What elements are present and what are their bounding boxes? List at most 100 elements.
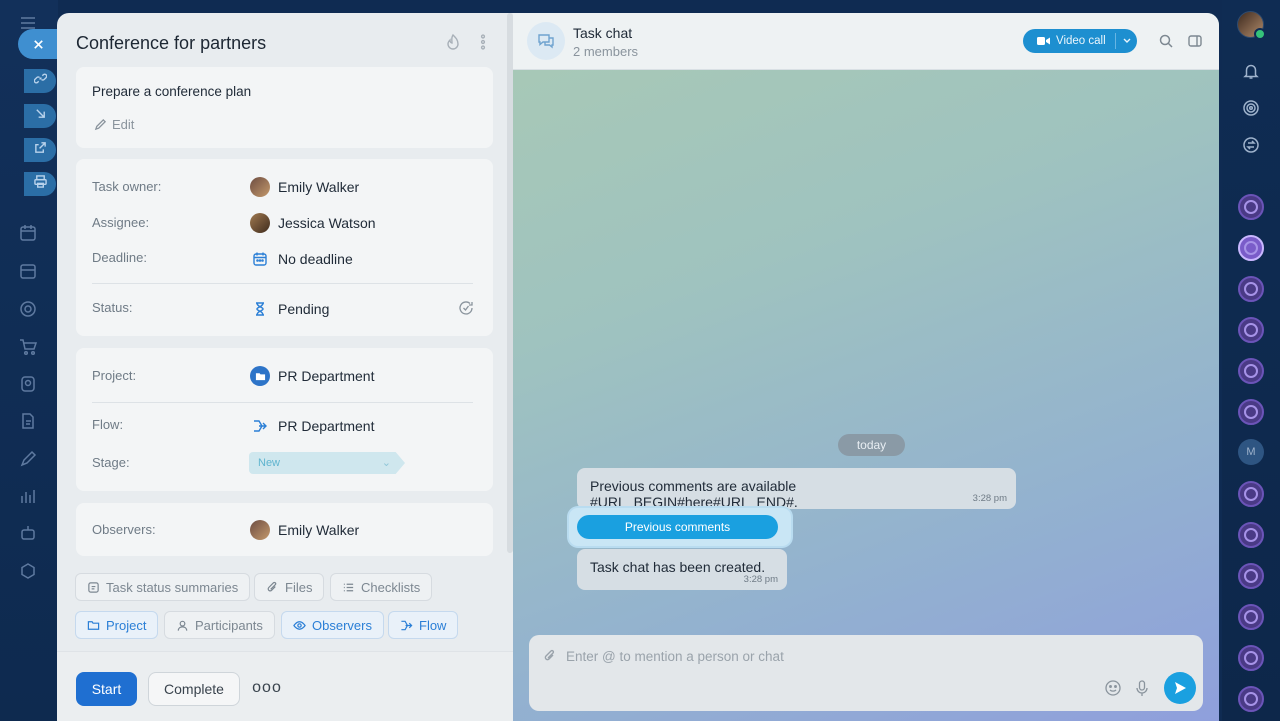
recent-chat-avatar[interactable] [1238,317,1264,343]
chip-label: Files [285,579,313,595]
chevron-down-icon[interactable] [1122,34,1132,48]
previous-comments-button[interactable]: Previous comments [577,515,778,539]
recent-chat-avatar[interactable] [1238,358,1264,384]
stage-selector[interactable]: New ⌄ [249,452,405,474]
user-avatar[interactable] [1237,11,1266,40]
robot-icon[interactable] [18,523,38,543]
task-chat-panel: Task chat 2 members Video call today Pre… [513,13,1219,721]
bell-icon[interactable] [1238,58,1264,84]
message-bubble: Previous comments are available #URL_BEG… [577,468,1016,510]
avatar [250,177,270,197]
external-link-icon [34,141,47,159]
assignee-name: Jessica Watson [278,215,376,231]
project-label: Project: [92,368,137,383]
copy-link-button[interactable] [24,69,56,93]
copilot-icon[interactable] [1238,95,1264,121]
chip-flow[interactable]: Flow [388,611,459,639]
target-icon[interactable] [18,299,38,319]
recent-chat-avatar[interactable] [1238,686,1264,712]
project-value[interactable]: PR Department [250,366,374,386]
print-button[interactable] [24,172,56,196]
pen-icon[interactable] [18,449,38,469]
recent-chat-avatar[interactable] [1238,563,1264,589]
recent-chat-avatar[interactable] [1238,604,1264,630]
send-button[interactable] [1164,672,1196,704]
chip-participants[interactable]: Participants [164,611,275,639]
calendar-grid-icon[interactable] [18,223,38,243]
recent-chat-avatar[interactable] [1238,235,1264,261]
flow-icon [250,416,270,436]
assignee-value[interactable]: Jessica Watson [250,213,376,233]
task-title: Conference for partners [76,33,267,53]
video-call-button[interactable]: Video call [1023,29,1137,53]
printer-icon [33,175,47,193]
checklist-icon [342,581,355,594]
recent-chat-avatar[interactable] [1238,194,1264,220]
chip-observers[interactable]: Observers [281,611,384,639]
more-vertical-icon[interactable] [474,33,492,51]
complete-button[interactable]: Complete [148,672,240,706]
divider [92,283,473,284]
store-icon[interactable] [18,261,38,281]
search-icon[interactable] [1158,33,1174,49]
recent-chat-avatar[interactable] [1238,481,1264,507]
minimize-button[interactable] [24,104,56,128]
chip-project[interactable]: Project [75,611,159,639]
status-text: Pending [278,301,330,317]
owner-label: Task owner: [92,179,162,194]
right-rail: M [1222,0,1280,721]
link-icon [33,72,47,90]
paperclip-icon[interactable] [543,649,557,663]
bar-chart-icon[interactable] [18,486,38,506]
chip-task-status-summaries[interactable]: Task status summaries [75,573,251,601]
deadline-label: Deadline: [92,250,147,265]
recent-chat-avatar[interactable] [1238,399,1264,425]
recent-chat-avatar[interactable] [1238,522,1264,548]
flame-icon[interactable] [444,33,462,51]
recent-chat-avatar[interactable] [1238,276,1264,302]
chat-bubbles-icon [537,32,555,50]
divider [1115,33,1116,49]
flow-value[interactable]: PR Department [250,416,374,436]
cart-icon[interactable] [18,337,38,357]
chat-avatar [527,22,565,60]
message-time: 3:28 pm [972,493,1007,504]
stage-value: New [258,457,281,469]
microphone-icon[interactable] [1133,679,1151,697]
document-icon[interactable] [18,411,38,431]
recent-chat-avatar[interactable]: M [1238,439,1264,465]
open-new-window-button[interactable] [24,138,56,162]
status-label: Status: [92,300,133,315]
more-actions-button[interactable]: ooo [252,676,281,700]
emoji-icon[interactable] [1104,679,1122,697]
chip-label: Project [106,617,147,633]
person-icon [176,619,189,632]
cube-icon[interactable] [18,561,38,581]
sidebar-toggle-icon[interactable] [1187,33,1203,49]
project-card: Project: PR Department Flow: PR Departme… [76,348,493,491]
owner-value[interactable]: Emily Walker [250,177,359,197]
start-button[interactable]: Start [76,672,137,706]
folder-icon [250,366,270,386]
assignee-label: Assignee: [92,215,150,230]
divider [92,402,473,403]
chip-label: Task status summaries [106,579,239,595]
chip-checklists[interactable]: Checklists [330,573,433,601]
message-input[interactable] [566,646,1126,666]
chevron-down-icon: ⌄ [381,457,391,469]
status-refresh-icon[interactable] [457,299,475,317]
chip-files[interactable]: Files [254,573,325,601]
recent-chat-avatar[interactable] [1238,645,1264,671]
chip-label: Observers [312,617,372,633]
edit-button[interactable]: Edit [94,117,134,132]
close-slider-button[interactable] [18,29,58,59]
chat-title: Task chat [573,25,633,41]
chat-members-count[interactable]: 2 members [573,44,638,59]
chat-swap-icon[interactable] [1238,132,1264,158]
message-text: Previous comments are available #URL_BEG… [590,478,798,510]
message-time: 3:28 pm [743,574,778,585]
eye-icon [293,619,306,632]
deadline-value[interactable]: No deadline [250,249,353,269]
observers-value[interactable]: Emily Walker [250,520,359,540]
contact-card-icon[interactable] [18,374,38,394]
